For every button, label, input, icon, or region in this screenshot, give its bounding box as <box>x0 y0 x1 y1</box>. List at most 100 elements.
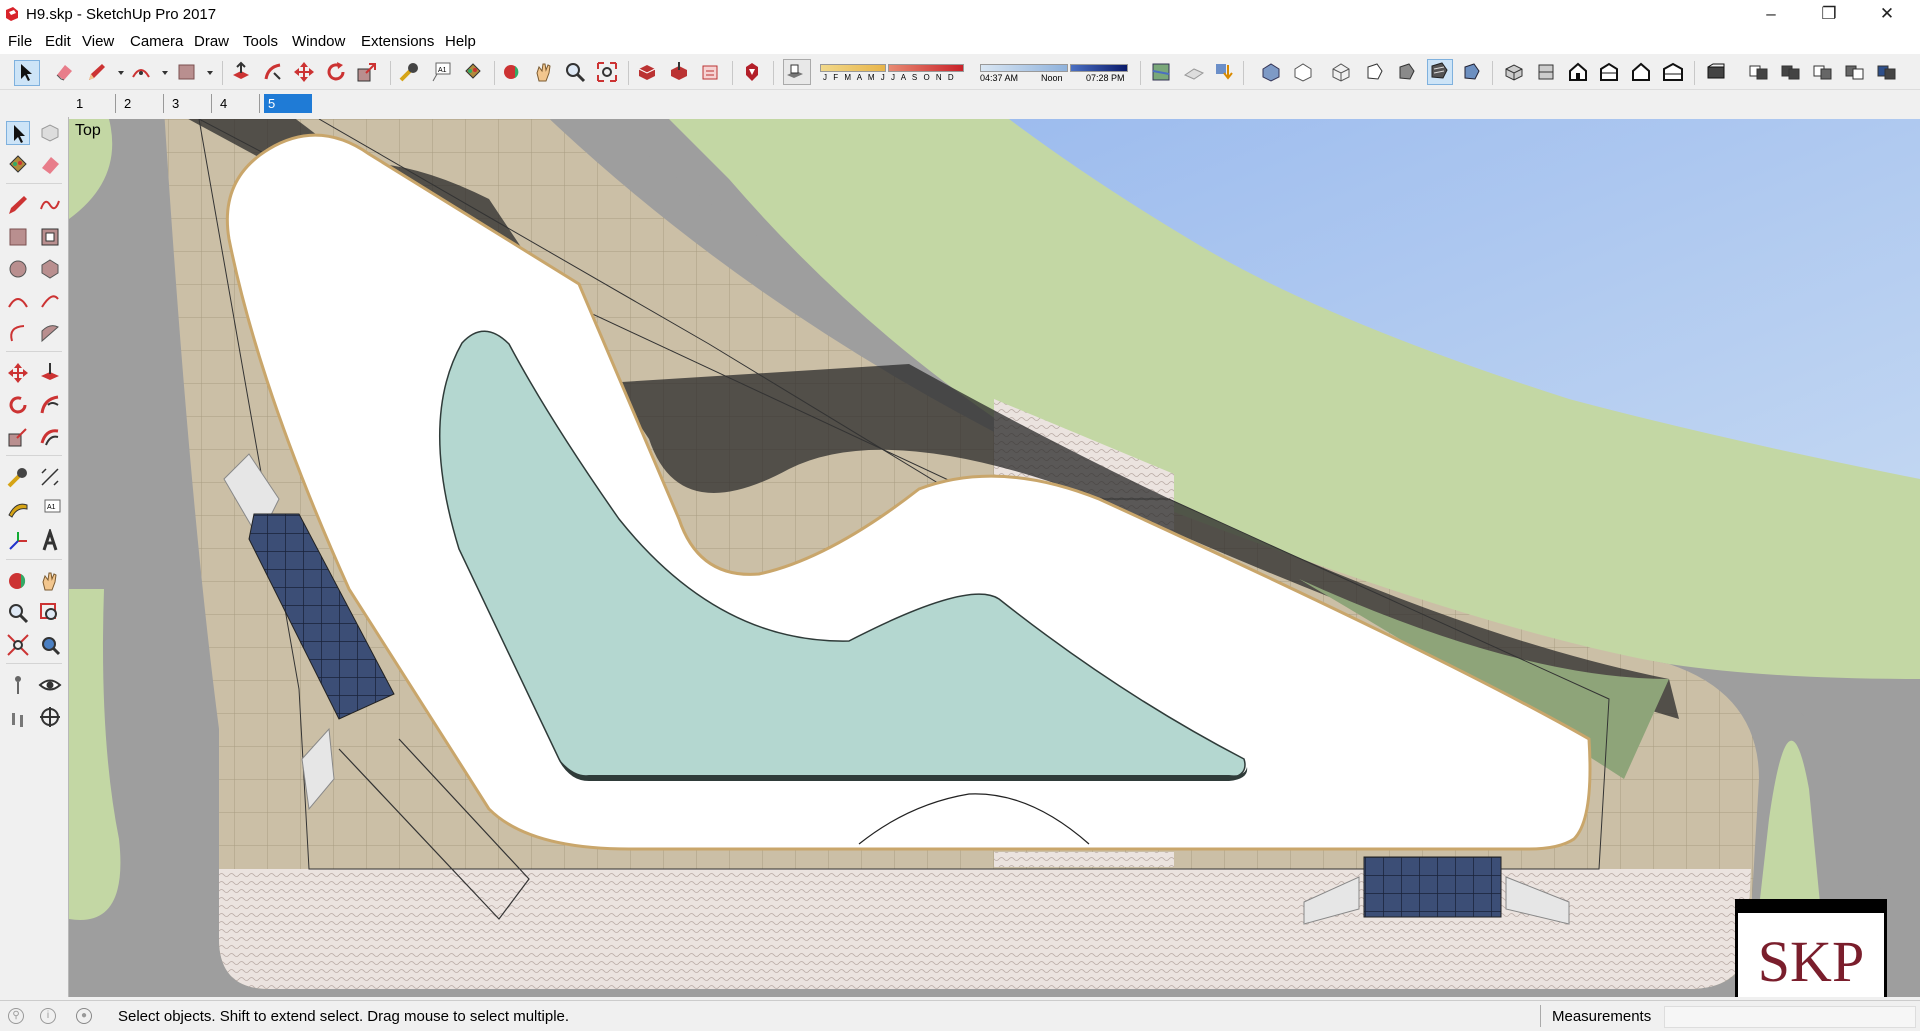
share-component-icon[interactable] <box>700 61 722 83</box>
photo-textures-icon[interactable] <box>1213 61 1235 83</box>
eraser-tool-icon[interactable] <box>53 61 75 83</box>
hidden-line-style-icon[interactable] <box>1363 61 1385 83</box>
rectangle-dropdown-icon[interactable] <box>199 61 213 83</box>
outer-shell-icon[interactable] <box>1705 61 1727 83</box>
move-tool-icon[interactable] <box>6 361 30 385</box>
look-around-icon[interactable] <box>38 673 62 697</box>
arc-dropdown-icon[interactable] <box>154 61 168 83</box>
shadow-time-slider[interactable] <box>980 64 1068 72</box>
top-view-icon[interactable] <box>1535 61 1557 83</box>
menu-window[interactable]: Window <box>292 33 345 50</box>
minimize-button[interactable]: – <box>1742 0 1800 30</box>
scene-tab-4[interactable]: 4 <box>216 94 260 113</box>
right-view-icon[interactable] <box>1598 61 1620 83</box>
paint-bucket-tool-icon[interactable] <box>462 61 484 83</box>
rectangle-tool-icon[interactable] <box>6 225 30 249</box>
text-tool-icon[interactable]: A1 <box>38 497 62 521</box>
shaded-with-textures-icon[interactable] <box>1427 59 1453 85</box>
follow-me-tool-icon[interactable] <box>262 61 284 83</box>
offset-tool-icon[interactable] <box>38 425 62 449</box>
rotated-rectangle-icon[interactable] <box>38 225 62 249</box>
orbit-tool-icon[interactable] <box>6 569 30 593</box>
menu-extensions[interactable]: Extensions <box>361 33 434 50</box>
site-plan-model[interactable] <box>69 119 1920 997</box>
tape-measure-tool-icon[interactable] <box>6 465 30 489</box>
text-tool-icon[interactable]: A1 <box>430 61 452 83</box>
select-tool-icon[interactable] <box>14 60 40 86</box>
arc-tool-icon[interactable] <box>6 289 30 313</box>
polygon-tool-icon[interactable] <box>38 257 62 281</box>
left-view-icon[interactable] <box>1662 61 1684 83</box>
menu-view[interactable]: View <box>82 33 114 50</box>
dimension-tool-icon[interactable] <box>38 465 62 489</box>
drawing-viewport[interactable]: Top SKP <box>69 119 1920 997</box>
scene-tab-1[interactable]: 1 <box>72 94 116 113</box>
shadow-time-slider-evening[interactable] <box>1070 64 1128 72</box>
shadow-month-slider[interactable] <box>820 64 886 72</box>
back-edges-style-icon[interactable] <box>1292 61 1314 83</box>
3d-text-tool-icon[interactable] <box>38 529 62 553</box>
menu-file[interactable]: File <box>8 33 32 50</box>
shaded-style-icon[interactable] <box>1395 61 1417 83</box>
eraser-tool-icon[interactable] <box>38 153 62 177</box>
pan-tool-icon[interactable] <box>38 569 62 593</box>
select-tool-icon[interactable] <box>6 121 30 145</box>
union-icon[interactable] <box>1780 61 1802 83</box>
previous-view-icon[interactable] <box>38 633 62 657</box>
xray-style-icon[interactable] <box>1260 61 1282 83</box>
pencil-tool-icon[interactable] <box>86 61 108 83</box>
toggle-terrain-icon[interactable] <box>1183 61 1205 83</box>
sketchup-app-icon[interactable] <box>4 6 20 22</box>
orbit-tool-icon[interactable] <box>501 61 523 83</box>
scale-tool-icon[interactable] <box>356 61 378 83</box>
menu-help[interactable]: Help <box>445 33 476 50</box>
back-view-icon[interactable] <box>1630 61 1652 83</box>
monochrome-style-icon[interactable] <box>1460 61 1482 83</box>
paint-bucket-tool-icon[interactable] <box>6 153 30 177</box>
wireframe-style-icon[interactable] <box>1330 61 1352 83</box>
intersect-icon[interactable] <box>1748 61 1770 83</box>
rotate-tool-icon[interactable] <box>325 61 347 83</box>
freehand-tool-icon[interactable] <box>38 193 62 217</box>
arc-tool-icon[interactable] <box>130 61 152 83</box>
iso-view-icon[interactable] <box>1503 61 1525 83</box>
circle-tool-icon[interactable] <box>6 257 30 281</box>
shadows-toggle-icon[interactable] <box>783 59 811 85</box>
axes-tool-icon[interactable] <box>6 529 30 553</box>
menu-edit[interactable]: Edit <box>45 33 71 50</box>
add-location-icon[interactable] <box>1150 61 1172 83</box>
walk-tool-icon[interactable] <box>6 705 30 729</box>
zoom-window-icon[interactable] <box>38 601 62 625</box>
geo-location-icon[interactable]: ⚲ <box>8 1008 24 1024</box>
user-account-icon[interactable]: ● <box>76 1008 92 1024</box>
pie-tool-icon[interactable] <box>38 321 62 345</box>
menu-draw[interactable]: Draw <box>194 33 229 50</box>
scene-tab-2[interactable]: 2 <box>120 94 164 113</box>
restore-button[interactable]: ❐ <box>1800 0 1858 30</box>
rectangle-tool-icon[interactable] <box>176 61 198 83</box>
push-pull-tool-icon[interactable] <box>38 361 62 385</box>
tape-measure-tool-icon[interactable] <box>398 61 420 83</box>
front-view-icon[interactable] <box>1567 61 1589 83</box>
two-point-arc-icon[interactable] <box>38 289 62 313</box>
zoom-tool-icon[interactable] <box>564 61 586 83</box>
zoom-tool-icon[interactable] <box>6 601 30 625</box>
shadow-month-slider-summer[interactable] <box>888 64 964 72</box>
trim-icon[interactable] <box>1844 61 1866 83</box>
scene-tab-5[interactable]: 5 <box>264 94 312 113</box>
zoom-extents-icon[interactable] <box>6 633 30 657</box>
scale-tool-icon[interactable] <box>6 425 30 449</box>
three-point-arc-icon[interactable] <box>6 321 30 345</box>
close-button[interactable]: ✕ <box>1858 0 1916 30</box>
split-icon[interactable] <box>1876 61 1898 83</box>
extension-warehouse-icon[interactable] <box>741 61 763 83</box>
zoom-extents-icon[interactable] <box>596 61 618 83</box>
measurements-input[interactable] <box>1664 1006 1916 1028</box>
subtract-icon[interactable] <box>1812 61 1834 83</box>
position-camera-icon[interactable] <box>6 673 30 697</box>
scene-tab-3[interactable]: 3 <box>168 94 212 113</box>
move-tool-icon[interactable] <box>293 61 315 83</box>
rotate-tool-icon[interactable] <box>6 393 30 417</box>
make-component-icon[interactable] <box>38 121 62 145</box>
protractor-tool-icon[interactable] <box>6 497 30 521</box>
